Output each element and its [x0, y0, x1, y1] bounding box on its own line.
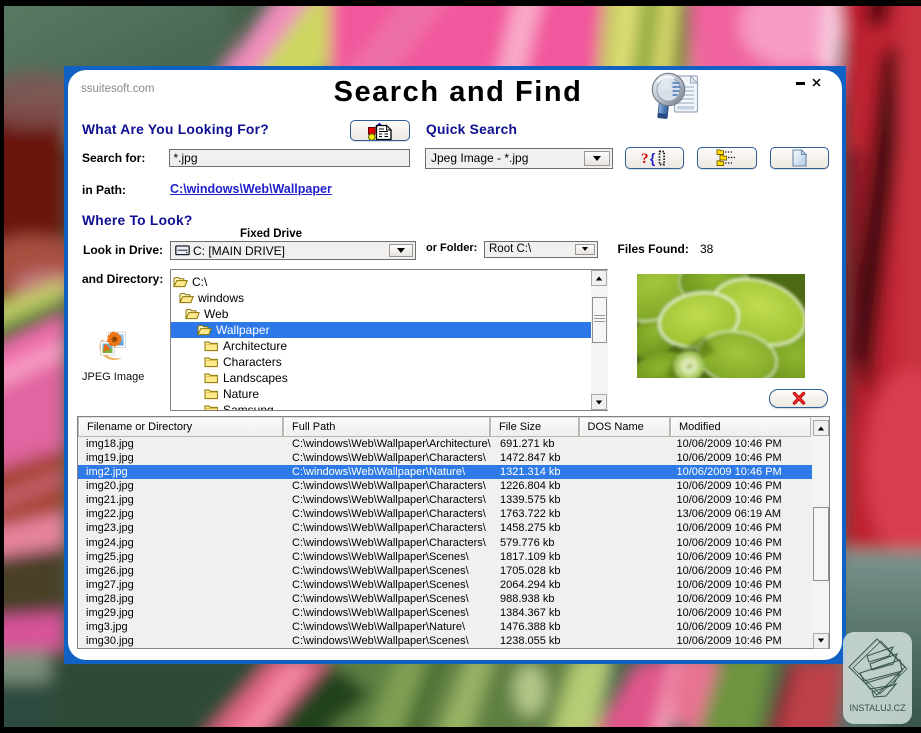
- svg-text:{: {: [650, 151, 655, 166]
- svg-text:INSTALUJ.CZ: INSTALUJ.CZ: [849, 703, 906, 713]
- svg-text:?: ?: [641, 151, 649, 167]
